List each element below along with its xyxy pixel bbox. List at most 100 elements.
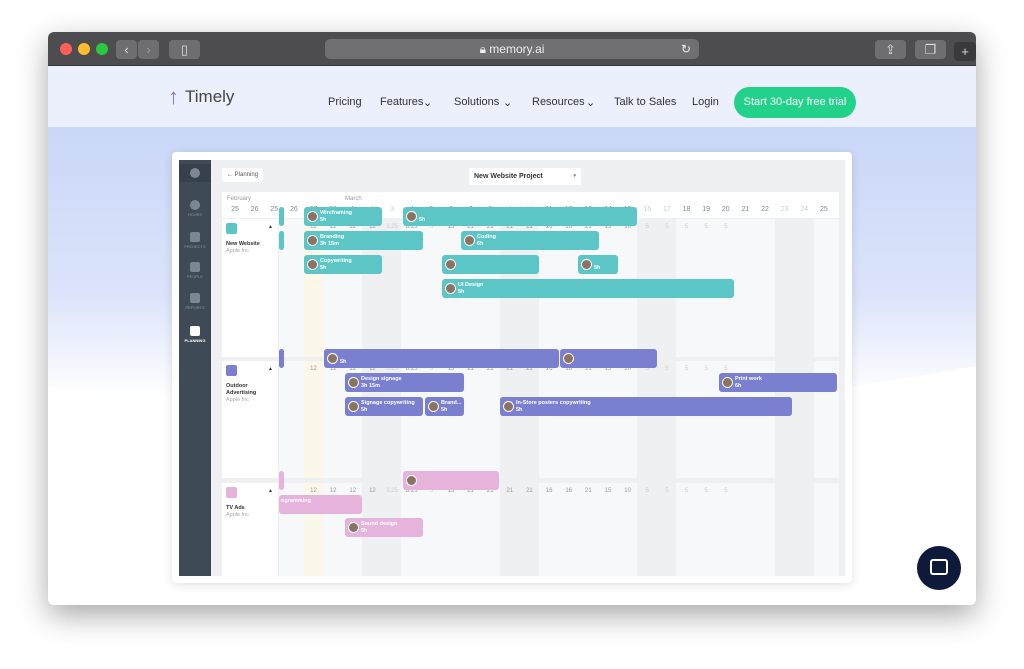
task-bar[interactable]: Wireframing 5h <box>304 207 382 226</box>
logo[interactable]: ↑ Timely <box>168 84 234 110</box>
hours-total: 15 <box>604 488 612 494</box>
reload-icon[interactable]: ↻ <box>681 39 691 59</box>
collapse-icon[interactable]: ▲ <box>268 366 273 372</box>
hours-total: 12 <box>310 488 317 494</box>
task-name: ogramming <box>281 498 311 504</box>
task-name: Signage copywriting <box>361 400 415 406</box>
task-bar[interactable]: 5h <box>324 349 559 368</box>
task-name: Branding <box>320 234 345 240</box>
task-hours: 5h <box>419 217 426 223</box>
task-bar[interactable] <box>560 349 657 368</box>
hours-total: 5 <box>684 366 689 372</box>
project-label: ▲ New Website Apple Inc <box>222 219 279 357</box>
url-text: memory.ai <box>489 42 545 56</box>
task-hours: 5h <box>441 407 448 413</box>
sidebar-toggle-icon[interactable]: ▯ <box>169 40 200 59</box>
task-bar[interactable]: Coding 6h <box>461 231 599 250</box>
task-bar[interactable]: 5h <box>578 255 618 274</box>
weekend-column <box>499 361 539 478</box>
task-bar[interactable] <box>279 231 284 250</box>
close-window-button[interactable] <box>60 43 72 55</box>
address-bar[interactable]: 🔒︎ memory.ai ↻ <box>325 39 699 59</box>
collapse-icon[interactable]: ▲ <box>268 488 273 494</box>
forward-icon[interactable]: › <box>138 40 159 59</box>
client-name: Apple Inc <box>226 248 249 254</box>
minimize-window-button[interactable] <box>78 43 90 55</box>
task-bar[interactable] <box>442 255 539 274</box>
task-bar[interactable] <box>279 471 284 490</box>
task-bar[interactable]: Sound design 5h <box>345 518 423 537</box>
nav-features[interactable]: Features <box>380 96 423 108</box>
browser-toolbar: ‹ › ▯ 🔒︎ memory.ai ↻ ⇪ ❐ + <box>48 32 976 66</box>
task-bar[interactable] <box>279 349 284 368</box>
task-hours: 5h <box>320 217 327 223</box>
date-label: 22 <box>761 206 769 213</box>
tabs-icon[interactable]: ❐ <box>915 40 946 59</box>
project-select[interactable]: New Website Project ▾ <box>469 168 581 185</box>
hours-total: 5 <box>704 366 708 372</box>
caret-down-icon: ▾ <box>573 173 576 179</box>
hours-total: 5 <box>665 488 669 494</box>
avatar <box>348 377 359 388</box>
collapse-icon[interactable]: ▲ <box>268 224 273 230</box>
project-label: ▲ TV Ads Apple Inc <box>222 483 279 576</box>
task-bar[interactable]: Branding 3h 15m <box>304 231 423 250</box>
sidebar-projects[interactable]: PROJECTS <box>179 232 211 249</box>
chat-launcher-button[interactable] <box>917 546 961 590</box>
task-bar[interactable]: Signage copywriting 5h <box>345 397 423 416</box>
task-name: UI Design <box>458 282 484 288</box>
task-name: Brand... <box>441 400 462 406</box>
task-bar[interactable]: Brand... 5h <box>425 397 464 416</box>
nav-solutions[interactable]: Solutions <box>454 96 499 108</box>
nav-login[interactable]: Login <box>692 96 719 108</box>
weekend-column <box>499 483 539 576</box>
avatar <box>406 475 417 486</box>
back-icon[interactable]: ‹ <box>116 40 137 59</box>
chevron-down-icon: ⌄ <box>586 97 596 109</box>
nav-pricing[interactable]: Pricing <box>328 96 362 108</box>
sidebar-planning[interactable]: PLANNING <box>179 326 211 343</box>
task-bar[interactable]: Design signage 3h 15m <box>345 373 464 392</box>
task-bar[interactable]: Copywriting 5h <box>304 255 382 274</box>
start-trial-button[interactable]: Start 30-day free trial <box>734 87 856 118</box>
date-label: 24 <box>800 206 809 213</box>
task-bar[interactable]: Print work 6h <box>719 373 837 392</box>
task-hours: 5h <box>361 407 368 413</box>
task-bar[interactable]: UI Design 5h <box>442 279 734 298</box>
task-bar[interactable] <box>403 471 499 490</box>
date-label: 26 <box>289 206 298 213</box>
sidebar-hours[interactable]: HOURS <box>179 200 211 217</box>
task-bar[interactable]: 5h <box>403 207 637 226</box>
avatar <box>722 377 733 388</box>
logo-text: Timely <box>185 87 235 106</box>
hours-total: 5 <box>645 488 649 494</box>
timer-icon[interactable] <box>179 164 211 182</box>
sidebar-people[interactable]: PEOPLE <box>179 262 211 279</box>
task-bar[interactable]: In-Store posters copywriting 5h <box>500 397 792 416</box>
sidebar-reports[interactable]: REPORTS <box>179 293 211 310</box>
date-label: 23 <box>780 206 789 213</box>
nav-talk-to-sales[interactable]: Talk to Sales <box>614 96 676 108</box>
avatar <box>445 283 456 294</box>
web-page: ↑ Timely Pricing Features ⌄ Solutions ⌄ Res… <box>48 66 976 605</box>
hours-total: 16 <box>545 488 553 494</box>
nav-resources[interactable]: Resources <box>532 96 585 108</box>
hours-total: 5 <box>684 224 689 230</box>
new-tab-icon[interactable]: + <box>954 42 976 61</box>
task-bar[interactable]: ogramming <box>279 495 362 514</box>
project-name: Outdoor Advertising <box>226 383 257 396</box>
app-sidebar: HOURS PROJECTS PEOPLE REPORTS PLANNING <box>179 160 211 576</box>
avatar <box>348 522 359 533</box>
back-to-planning-button[interactable]: ← Planning <box>222 168 264 182</box>
task-bar[interactable] <box>279 207 284 226</box>
client-name: Apple Inc <box>226 512 249 518</box>
project-name: New Website <box>226 241 260 247</box>
maximize-window-button[interactable] <box>96 43 108 55</box>
hours-total: 3.25 <box>386 224 398 230</box>
share-icon[interactable]: ⇪ <box>875 40 906 59</box>
avatar <box>581 259 592 270</box>
timely-logo-icon: ↑ <box>168 84 179 109</box>
hours-total: 21 <box>526 488 533 494</box>
hours-total: 5 <box>724 224 728 230</box>
hours-total: 21 <box>584 488 592 494</box>
